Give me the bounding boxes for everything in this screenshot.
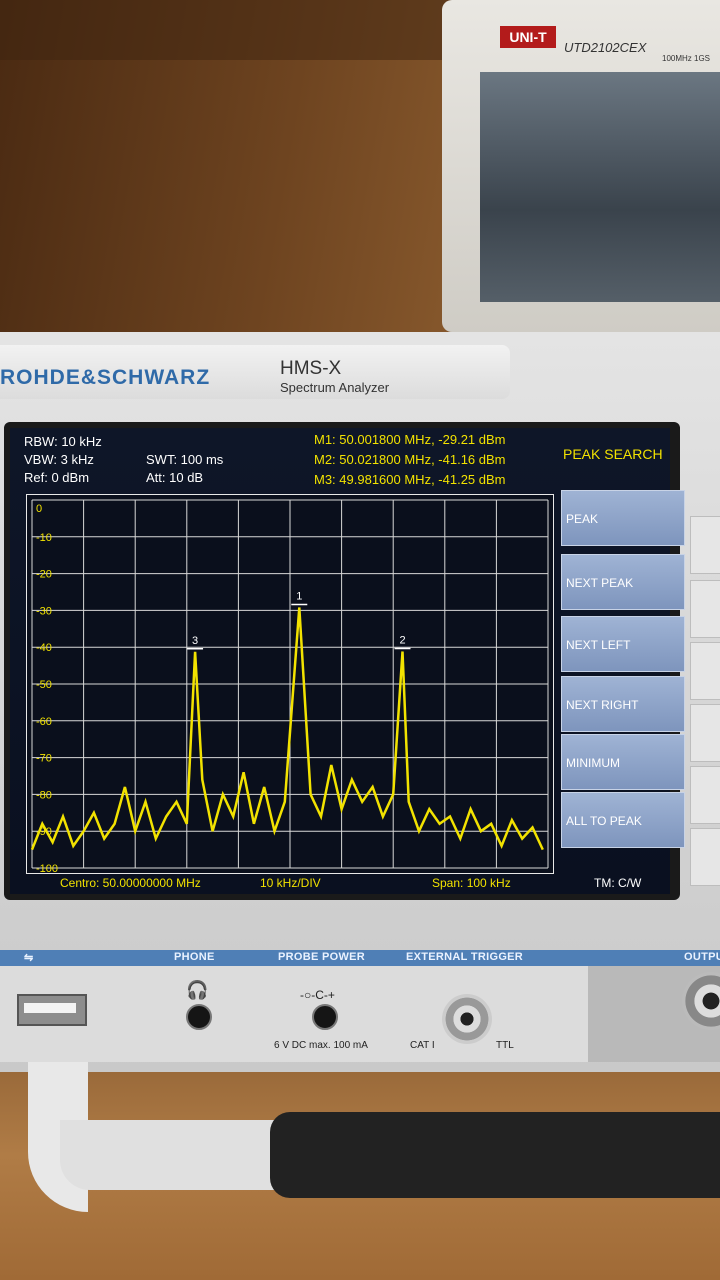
ref-level-readout: Ref: 0 dBm: [24, 470, 90, 485]
vbw-readout: VBW: 3 kHz: [24, 452, 94, 467]
softkey-next-peak[interactable]: NEXT PEAK: [561, 554, 685, 610]
marker-label-1: 1: [296, 590, 302, 602]
trace-mode-readout: TM: C/W: [594, 876, 642, 890]
softkey-next-right[interactable]: NEXT RIGHT: [561, 676, 685, 732]
y-tick-label: -70: [36, 753, 52, 765]
y-tick-label: -30: [36, 605, 52, 617]
softkey-all-to-peak[interactable]: ALL TO PEAK: [561, 792, 685, 848]
scope-brand-logo: UNI-T: [500, 26, 556, 48]
spectrum-plot: 0-10-20-30-40-50-60-70-80-90-100 123: [26, 494, 554, 874]
y-tick-label: 0: [36, 503, 42, 515]
external-trigger-bnc-connector[interactable]: [442, 994, 492, 1044]
external-trigger-label: EXTERNAL TRIGGER: [406, 951, 524, 963]
marker-1-readout: M1: 50.001800 MHz, -29.21 dBm: [314, 432, 506, 447]
center-frequency-readout: Centro: 50.00000000 MHz: [60, 876, 201, 890]
ttl-label: TTL: [496, 1040, 514, 1051]
probe-power-jack[interactable]: [312, 1004, 338, 1030]
menu-title: PEAK SEARCH: [563, 446, 663, 462]
scope-spec-label: 100MHz 1GS: [662, 54, 711, 63]
usb-icon: ⇋: [24, 952, 34, 964]
phone-jack[interactable]: [186, 1004, 212, 1030]
marker-label-3: 3: [192, 635, 198, 647]
sweep-time-readout: SWT: 100 ms: [146, 452, 224, 467]
y-tick-label: -40: [36, 642, 52, 654]
probe-power-rating: 6 V DC max. 100 mA: [274, 1040, 368, 1051]
y-tick-label: -20: [36, 569, 52, 581]
division-readout: 10 kHz/DIV: [260, 876, 321, 890]
span-readout: Span: 100 kHz: [432, 876, 511, 890]
phone-label: PHONE: [174, 951, 215, 963]
hardware-softkey-5[interactable]: [690, 766, 720, 824]
model-name: HMS-X: [280, 358, 342, 379]
y-tick-label: -10: [36, 532, 52, 544]
model-subtitle: Spectrum Analyzer: [280, 380, 390, 395]
softkey-peak[interactable]: PEAK: [561, 490, 685, 546]
probe-power-label: PROBE POWER: [278, 951, 366, 963]
rbw-readout: RBW: 10 kHz: [24, 434, 102, 449]
cat-rating-label: CAT I: [410, 1040, 435, 1051]
probe-power-symbol: -○-C-+: [300, 988, 335, 1002]
carry-handle-bar: [60, 1120, 290, 1190]
output-label: OUTPUT: [684, 951, 720, 963]
hardware-softkey-2[interactable]: [690, 580, 720, 638]
hardware-softkey-3[interactable]: [690, 642, 720, 700]
softkey-minimum[interactable]: MINIMUM: [561, 734, 685, 790]
y-tick-label: -60: [36, 716, 52, 728]
attenuation-readout: Att: 10 dB: [146, 470, 204, 485]
carry-handle-grip[interactable]: [270, 1112, 720, 1198]
softkey-next-left[interactable]: NEXT LEFT: [561, 616, 685, 672]
scope-screen: [480, 72, 720, 302]
hardware-softkey-4[interactable]: [690, 704, 720, 762]
y-tick-label: -100: [36, 863, 58, 874]
headphone-icon: 🎧: [186, 980, 209, 1000]
marker-2-readout: M2: 50.021800 MHz, -41.16 dBm: [314, 452, 506, 467]
scope-model-label: UTD2102CEX: [564, 40, 647, 55]
usb-port-slot: [24, 1003, 76, 1013]
marker-3-readout: M3: 49.981600 MHz, -41.25 dBm: [314, 472, 506, 487]
brand-name: ROHDE&SCHWARZ: [0, 366, 211, 389]
y-tick-label: -80: [36, 789, 52, 801]
hardware-softkey-1[interactable]: [690, 516, 720, 574]
hardware-softkey-6[interactable]: [690, 828, 720, 886]
marker-label-2: 2: [399, 634, 405, 646]
y-tick-label: -50: [36, 679, 52, 691]
